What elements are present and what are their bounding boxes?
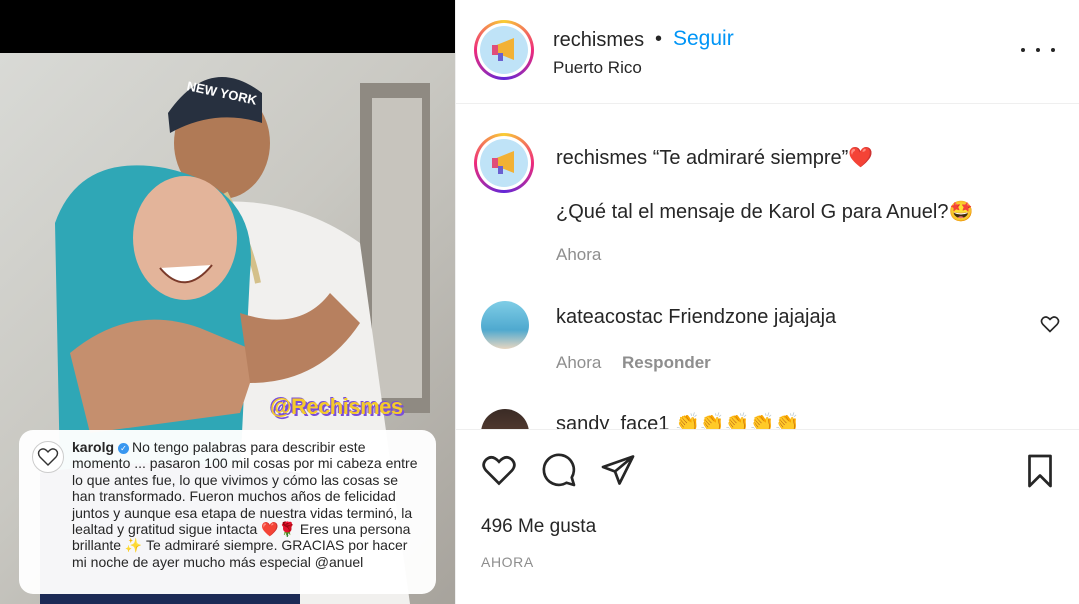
action-bar: 496 Me gusta AHORA — [456, 429, 1079, 604]
comment-time: Ahora — [556, 353, 602, 372]
comment-avatar[interactable] — [481, 409, 529, 429]
post-panel: rechismes • Seguir Puerto Rico rechismes… — [455, 0, 1079, 604]
caption-username[interactable]: rechismes — [556, 147, 647, 169]
megaphone-icon — [480, 26, 528, 74]
post-header: rechismes • Seguir Puerto Rico — [456, 0, 1079, 104]
author-avatar[interactable] — [474, 20, 534, 80]
caption-line-2: ¿Qué tal el mensaje de Karol G para Anue… — [556, 201, 974, 223]
instagram-post-view: NEW YORK @Rechismes karolg ✓ No tengo pa… — [0, 0, 1079, 604]
more-options-icon[interactable] — [1021, 40, 1055, 60]
megaphone-logo-icon — [480, 139, 528, 187]
heart-icon[interactable] — [480, 452, 518, 488]
comment-username[interactable]: sandy_face1 — [556, 413, 669, 429]
quote-text: karolg ✓ No tengo palabras para describir … — [72, 439, 424, 570]
like-comment-heart-icon[interactable] — [1040, 314, 1060, 334]
comments-section[interactable]: rechismes “Te admiraré siempre”❤️ ¿Qué t… — [456, 105, 1079, 429]
comment-body: 👏👏👏👏👏 — [674, 413, 800, 429]
caption-text-1: “Te admiraré siempre”❤️ — [652, 147, 874, 169]
caption-time: Ahora — [556, 245, 602, 264]
comment-username[interactable]: kateacostac — [556, 306, 663, 328]
verified-icon: ✓ — [118, 443, 130, 454]
likes-count[interactable]: 496 Me gusta — [481, 516, 596, 538]
share-icon[interactable] — [599, 452, 637, 488]
quote-body: No tengo palabras para describir este mo… — [72, 439, 418, 570]
separator-dot: • — [655, 28, 663, 50]
quote-avatar — [32, 441, 64, 473]
quote-card: karolg ✓ No tengo palabras para describir … — [19, 430, 436, 594]
megaphone-logo-icon — [480, 26, 528, 74]
comment-text: kateacostac Friendzone jajajaja — [556, 306, 836, 329]
author-username[interactable]: rechismes — [553, 29, 644, 52]
post-media[interactable]: NEW YORK @Rechismes karolg ✓ No tengo pa… — [0, 0, 455, 604]
caption-avatar[interactable] — [474, 133, 534, 193]
watermark-label: @Rechismes — [270, 394, 403, 419]
reply-button[interactable]: Responder — [622, 353, 711, 373]
comment-body: Friendzone jajajaja — [668, 306, 837, 328]
likes-label: Me gusta — [517, 516, 597, 537]
quote-username: karolg — [72, 439, 115, 455]
comment-avatar[interactable] — [481, 301, 529, 349]
comment-icon[interactable] — [540, 452, 578, 488]
megaphone-icon — [480, 139, 528, 187]
bookmark-icon[interactable] — [1022, 452, 1058, 490]
likes-number: 496 — [481, 516, 513, 537]
comment-text: sandy_face1 👏👏👏👏👏 — [556, 411, 800, 429]
heart-outline-icon — [37, 448, 59, 466]
follow-button[interactable]: Seguir — [673, 27, 734, 51]
caption-line-1: rechismes “Te admiraré siempre”❤️ — [556, 145, 873, 170]
post-location[interactable]: Puerto Rico — [553, 58, 642, 78]
post-time: AHORA — [481, 554, 534, 570]
